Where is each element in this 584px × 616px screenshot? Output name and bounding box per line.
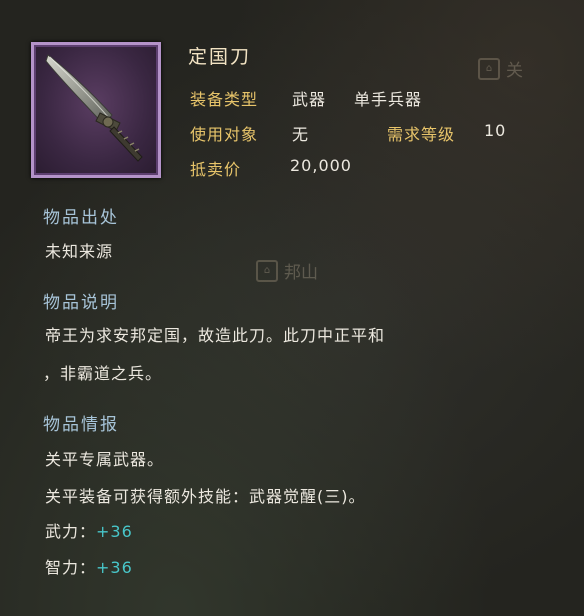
stat-intelligence-value: +36 (96, 558, 133, 577)
equip-type-label: 装备类型 (190, 90, 259, 109)
blade-icon (45, 54, 143, 162)
info-heading: 物品情报 (43, 415, 119, 435)
info-line-2: 关平装备可获得额外技能：武器觉醒(三)。 (45, 487, 366, 506)
info-line-1: 关平专属武器。 (45, 450, 165, 469)
origin-text: 未知来源 (45, 242, 114, 261)
description-line-1: 帝王为求安邦定国，故造此刀。此刀中正平和 (45, 326, 386, 345)
price-value: 20,000 (290, 156, 352, 175)
user-label: 使用对象 (190, 125, 259, 144)
price-label: 抵卖价 (190, 160, 242, 179)
map-pin-icon: ⌂ (478, 57, 500, 80)
stat-intelligence: 智力：+36 (45, 554, 133, 578)
item-icon-frame (31, 42, 161, 178)
map-pin-icon: ⌂ (256, 259, 278, 282)
level-value: 10 (484, 121, 507, 140)
map-marker-label: 关 (506, 61, 523, 81)
map-marker-guan: ⌂ 关 (478, 56, 523, 81)
item-name: 定国刀 (188, 46, 252, 68)
stat-strength: 武力：+36 (45, 518, 133, 542)
stat-strength-value: +36 (96, 522, 133, 541)
map-marker-label: 邦山 (284, 263, 318, 283)
user-value: 无 (292, 125, 310, 144)
equip-type-value: 武器 (292, 90, 327, 109)
origin-heading: 物品出处 (43, 208, 119, 228)
stat-strength-label: 武力： (45, 522, 97, 541)
description-line-2: ，非霸道之兵。 (43, 364, 163, 383)
stat-intelligence-label: 智力： (45, 558, 97, 577)
map-marker-bangshan: ⌂ 邦山 (256, 258, 318, 283)
level-label: 需求等级 (387, 125, 456, 144)
equip-subtype-value: 单手兵器 (354, 90, 423, 109)
description-heading: 物品说明 (43, 293, 119, 313)
